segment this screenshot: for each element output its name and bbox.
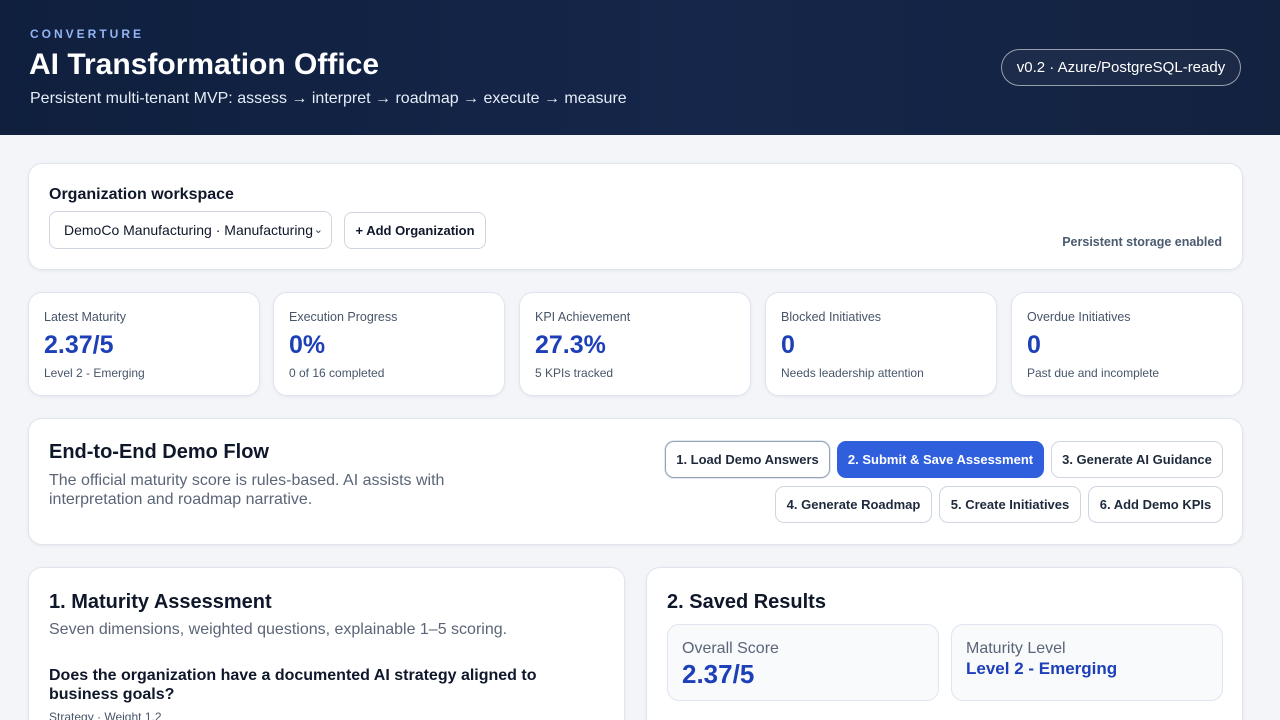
page-title: AI Transformation Office <box>29 48 380 81</box>
stat-card-overdue: Overdue Initiatives 0 Past due and incom… <box>1011 292 1243 396</box>
generate-ai-guidance-button[interactable]: 3. Generate AI Guidance <box>1051 441 1223 478</box>
workspace-title: Organization workspace <box>49 186 234 203</box>
stat-note: Level 2 - Emerging <box>44 366 145 380</box>
stat-label: Latest Maturity <box>44 310 126 324</box>
saved-results-panel: 2. Saved Results Overall Score 2.37/5 Ma… <box>646 567 1243 720</box>
stat-note: Past due and incomplete <box>1027 366 1160 380</box>
stat-note: 5 KPIs tracked <box>535 366 614 380</box>
stat-note: Needs leadership attention <box>781 366 924 380</box>
add-organization-button[interactable]: + Add Organization <box>344 212 486 249</box>
page-header: CONVERTURE AI Transformation Office Pers… <box>0 0 1280 135</box>
stat-value: 27.3% <box>535 331 606 359</box>
assessment-question: Does the organization have a documented … <box>49 667 537 703</box>
stat-card-blocked: Blocked Initiatives 0 Needs leadership a… <box>765 292 997 396</box>
stat-label: Overdue Initiatives <box>1027 310 1131 324</box>
add-demo-kpis-button[interactable]: 6. Add Demo KPIs <box>1088 486 1223 523</box>
stat-note: 0 of 16 completed <box>289 366 385 380</box>
assessment-subtitle: Seven dimensions, weighted questions, ex… <box>49 621 508 638</box>
stat-label: Blocked Initiatives <box>781 310 882 324</box>
overall-score-label: Overall Score <box>682 640 779 657</box>
load-demo-answers-button[interactable]: 1. Load Demo Answers <box>665 441 830 478</box>
organization-select[interactable]: DemoCo Manufacturing · Manufacturing ⌄ <box>49 211 332 249</box>
chevron-down-icon: ⌄ <box>313 224 323 236</box>
page-subtitle: Persistent multi-tenant MVP: assess → in… <box>30 90 627 107</box>
maturity-assessment-panel: 1. Maturity Assessment Seven dimensions,… <box>28 567 625 720</box>
organization-select-value: DemoCo Manufacturing · Manufacturing <box>64 222 314 238</box>
stat-value: 0 <box>1027 331 1041 359</box>
maturity-level-tile: Maturity Level Level 2 - Emerging <box>951 624 1223 701</box>
storage-status: Persistent storage enabled <box>1062 235 1222 249</box>
demo-flow-card: End-to-End Demo Flow The official maturi… <box>28 418 1243 545</box>
overall-score-value: 2.37/5 <box>682 659 755 689</box>
stat-value: 0% <box>289 331 326 359</box>
stat-label: Execution Progress <box>289 310 398 324</box>
results-title: 2. Saved Results <box>667 591 826 613</box>
stat-label: KPI Achievement <box>535 310 631 324</box>
demo-flow-title: End-to-End Demo Flow <box>49 441 269 463</box>
submit-save-assessment-button[interactable]: 2. Submit & Save Assessment <box>837 441 1044 478</box>
organization-workspace-card: Organization workspace DemoCo Manufactur… <box>28 163 1243 270</box>
generate-roadmap-button[interactable]: 4. Generate Roadmap <box>775 486 932 523</box>
overall-score-tile: Overall Score 2.37/5 <box>667 624 939 701</box>
brand-eyebrow: CONVERTURE <box>30 27 145 41</box>
create-initiatives-button[interactable]: 5. Create Initiatives <box>939 486 1081 523</box>
assessment-title: 1. Maturity Assessment <box>49 591 272 613</box>
question-meta: Strategy · Weight 1.2 <box>49 710 162 720</box>
stat-card-kpi: KPI Achievement 27.3% 5 KPIs tracked <box>519 292 751 396</box>
version-badge: v0.2 · Azure/PostgreSQL-ready <box>1001 49 1241 86</box>
demo-flow-description: The official maturity score is rules-bas… <box>49 472 445 508</box>
stat-card-execution: Execution Progress 0% 0 of 16 completed <box>273 292 505 396</box>
stat-card-maturity: Latest Maturity 2.37/5 Level 2 - Emergin… <box>28 292 260 396</box>
stat-value: 0 <box>781 331 795 359</box>
stat-value: 2.37/5 <box>44 331 114 359</box>
maturity-level-value: Level 2 - Emerging <box>966 659 1118 678</box>
maturity-level-label: Maturity Level <box>966 640 1066 657</box>
